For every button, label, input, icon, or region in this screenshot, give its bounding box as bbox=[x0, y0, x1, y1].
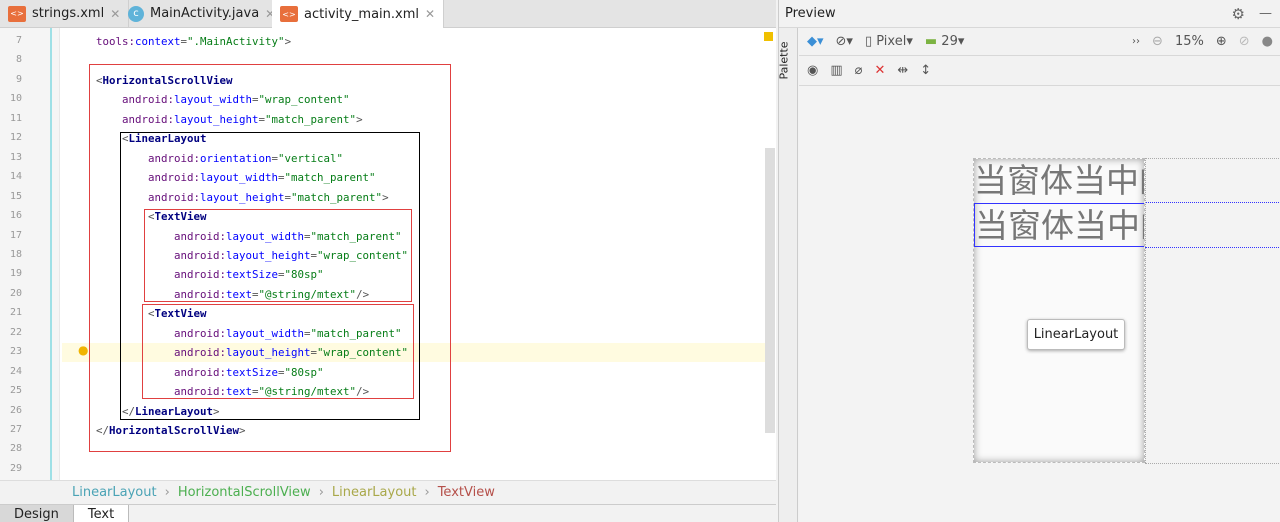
code-editor[interactable]: 7 tools:context=".MainActivity"> 8 9 <Horizo… bbox=[0, 28, 776, 480]
pack-horizontal-icon[interactable]: ⇹ bbox=[897, 63, 908, 78]
xml-file-icon: <> bbox=[280, 6, 298, 22]
preview-toolbar-secondary: ◉ ▥ ⌀ ✕ ⇹ ↕ bbox=[799, 56, 1280, 86]
line-number: 9 bbox=[15, 73, 22, 85]
more-icon[interactable]: ›› bbox=[1132, 36, 1140, 47]
code-token: ".MainActivity" bbox=[187, 35, 285, 48]
tab-label: activity_main.xml bbox=[304, 6, 420, 22]
textview-preview-selected[interactable]: 当窗体当中的 bbox=[974, 203, 1144, 247]
close-icon[interactable]: ✕ bbox=[110, 7, 120, 21]
device-frame[interactable]: 当窗体当中的 当窗体当中的 bbox=[973, 158, 1145, 463]
lightbulb-icon[interactable]: ● bbox=[78, 343, 88, 357]
code-token: tools: bbox=[96, 35, 136, 48]
line-number: 27 bbox=[9, 424, 22, 435]
overflow-guide bbox=[1145, 463, 1280, 464]
line-number: 10 bbox=[9, 93, 22, 105]
zoom-level: 15% bbox=[1174, 34, 1204, 49]
change-marker bbox=[50, 28, 52, 480]
tab-design[interactable]: Design bbox=[0, 505, 74, 522]
xml-file-icon: <> bbox=[8, 5, 26, 22]
breadcrumb-item[interactable]: TextView bbox=[438, 485, 495, 500]
textview-preview[interactable]: 当窗体当中的 bbox=[974, 159, 1144, 203]
component-tooltip: LinearLayout bbox=[1027, 319, 1125, 350]
java-class-icon: c bbox=[128, 5, 144, 22]
zoom-out-icon[interactable]: ⊖ bbox=[1152, 34, 1163, 49]
preview-title: Preview bbox=[785, 6, 836, 21]
chevron-right-icon: › bbox=[164, 485, 170, 500]
android-icon: ▬ bbox=[924, 34, 938, 49]
layers-icon[interactable]: ◆▾ bbox=[807, 34, 824, 49]
line-number: 12 bbox=[9, 132, 22, 144]
line-number: 7 bbox=[15, 35, 22, 46]
overflow-guide bbox=[1145, 158, 1280, 159]
palette-label: Palette bbox=[777, 41, 791, 80]
line-number: 14 bbox=[9, 171, 22, 183]
device-selector[interactable]: Pixel bbox=[876, 34, 906, 49]
overflow-guide bbox=[1145, 247, 1280, 248]
line-number: 21 bbox=[9, 307, 22, 319]
tab-text[interactable]: Text bbox=[73, 505, 130, 522]
preview-header: Preview ⚙ — bbox=[779, 0, 1280, 28]
code-token: context bbox=[135, 35, 181, 48]
line-number: 26 bbox=[9, 404, 22, 416]
magnet-off-icon[interactable]: ⌀ bbox=[855, 63, 863, 78]
zoom-in-icon[interactable]: ⊕ bbox=[1216, 34, 1227, 49]
device-icon[interactable]: ▯ Pixel▾ bbox=[865, 34, 913, 49]
line-number: 22 bbox=[9, 326, 22, 338]
tab-label: strings.xml bbox=[32, 6, 105, 21]
code-token: > bbox=[284, 35, 292, 48]
orientation-icon[interactable]: ⊘▾ bbox=[836, 34, 853, 49]
design-canvas[interactable]: 当窗体当中的 当窗体当中的 LinearLayout bbox=[799, 86, 1280, 522]
breadcrumb-item[interactable]: LinearLayout bbox=[72, 485, 157, 500]
line-number: 13 bbox=[9, 151, 22, 163]
columns-icon[interactable]: ▥ bbox=[830, 63, 842, 78]
textview-outline bbox=[144, 209, 412, 302]
palette-strip[interactable]: Palette bbox=[777, 28, 798, 522]
editor-tabs: <> strings.xml ✕ c MainActivity.java ✕ <> activ… bbox=[0, 0, 776, 28]
warning-marker[interactable] bbox=[764, 32, 773, 41]
close-icon[interactable]: ✕ bbox=[425, 7, 435, 21]
minimize-icon[interactable]: — bbox=[1259, 6, 1272, 21]
eye-icon[interactable]: ◉ bbox=[807, 63, 818, 78]
api-level: 29 bbox=[941, 34, 958, 49]
tab-strings-xml[interactable]: <> strings.xml ✕ bbox=[0, 0, 130, 27]
overflow-guide bbox=[1145, 202, 1280, 203]
code-line[interactable]: tools:context=".MainActivity"> bbox=[96, 32, 291, 51]
line-number: 19 bbox=[9, 268, 22, 280]
line-number: 24 bbox=[9, 365, 22, 377]
bottom-tabs: Design Text bbox=[0, 504, 776, 522]
line-number: 28 bbox=[9, 443, 22, 455]
preview-toolbar: ◆▾ ⊘▾ ▯ Pixel▾ ▬ 29▾ ›› ⊖ 15% ⊕ ⊘ ● bbox=[799, 28, 1280, 56]
chevron-right-icon: › bbox=[424, 485, 430, 500]
line-number: 16 bbox=[9, 210, 22, 222]
api-selector[interactable]: ▬ 29▾ bbox=[925, 34, 965, 49]
gear-icon[interactable]: ⚙ bbox=[1232, 5, 1245, 23]
line-number: 29 bbox=[9, 462, 22, 474]
vertical-scrollbar[interactable] bbox=[765, 148, 775, 433]
tab-label: MainActivity.java bbox=[150, 6, 260, 21]
zoom-fit-icon[interactable]: ⊘ bbox=[1239, 34, 1250, 49]
textview-outline bbox=[142, 304, 414, 399]
line-number: 17 bbox=[9, 229, 22, 241]
line-number: 23 bbox=[9, 346, 22, 358]
breadcrumb-item[interactable]: LinearLayout bbox=[332, 485, 417, 500]
warning-icon[interactable]: ● bbox=[1262, 34, 1273, 49]
line-number: 11 bbox=[9, 112, 22, 124]
chevron-right-icon: › bbox=[318, 485, 324, 500]
line-number: 25 bbox=[9, 385, 22, 397]
line-number: 18 bbox=[9, 248, 22, 260]
tab-activity_main-xml[interactable]: <> activity_main.xml ✕ bbox=[272, 0, 445, 28]
preview-panel: Preview ⚙ — Palette ◆▾ ⊘▾ ▯ Pixel▾ ▬ 29▾… bbox=[778, 0, 1280, 522]
breadcrumb-item[interactable]: HorizontalScrollView bbox=[178, 485, 311, 500]
line-number: 15 bbox=[9, 190, 22, 202]
line-number: 8 bbox=[15, 54, 22, 66]
line-number: 20 bbox=[9, 287, 22, 299]
pack-vertical-icon[interactable]: ↕ bbox=[920, 63, 931, 78]
overflow-guide bbox=[1145, 158, 1146, 463]
tab-mainactivity-java[interactable]: c MainActivity.java ✕ bbox=[120, 0, 285, 27]
breadcrumb: LinearLayout › HorizontalScrollView › Linear… bbox=[0, 480, 776, 504]
clear-constraints-icon[interactable]: ✕ bbox=[874, 63, 885, 78]
